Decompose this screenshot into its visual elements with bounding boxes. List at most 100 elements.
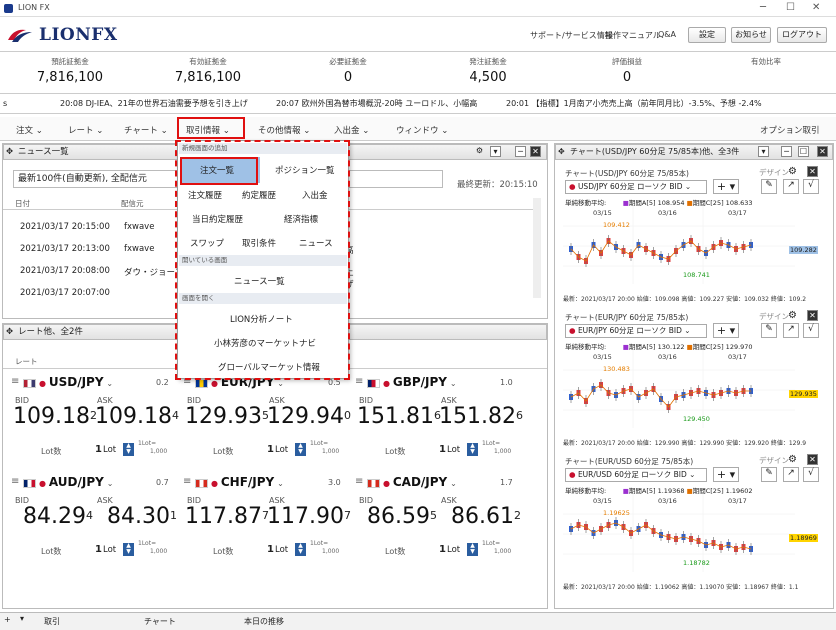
gear-icon[interactable]: ⚙ <box>474 146 485 157</box>
menu-chart[interactable]: チャート ⌄ <box>124 124 168 136</box>
rate-card[interactable]: ≡ ● CHF/JPY ⌄ 3.0 BID ASK 117.877 117.90… <box>183 474 351 570</box>
bid-price[interactable]: 109.182 <box>13 404 97 429</box>
menu-other-info[interactable]: その他情報 ⌄ <box>258 124 310 136</box>
minimize-button[interactable]: ─ <box>760 2 766 13</box>
pair-dropdown-icon[interactable]: ⌄ <box>450 479 457 488</box>
lot-input[interactable]: 1 <box>439 444 446 455</box>
window-menu-icon[interactable]: ▾ <box>758 146 769 157</box>
draw-tool-icon[interactable]: ✎ <box>761 323 777 338</box>
pair-name[interactable]: CHF/JPY <box>221 475 274 489</box>
menu-order[interactable]: 注文 ⌄ <box>16 124 43 136</box>
news-row[interactable]: 2021/03/17 20:08:00 ダウ・ジョーンズ 上げ <box>20 266 354 290</box>
chart-symbol-select[interactable]: ● USD/JPY 60分足 ローソク BID ⌄ <box>565 180 707 194</box>
ask-price[interactable]: 84.301 <box>95 504 177 529</box>
move-handle-icon[interactable]: ✥ <box>558 145 565 159</box>
bid-price[interactable]: 151.816 <box>357 404 441 429</box>
tab-menu-icon[interactable]: ▾ <box>20 614 24 623</box>
lot-input[interactable]: 1 <box>267 444 274 455</box>
bid-price[interactable]: 86.595 <box>357 504 437 529</box>
rate-card[interactable]: ≡ ● AUD/JPY ⌄ 0.7 BID ASK 84.294 84.301 … <box>11 474 179 570</box>
add-indicator-button[interactable]: + ▾ <box>713 179 739 194</box>
col-source[interactable]: 配信元 <box>121 198 144 209</box>
panel-maximize-icon[interactable]: ☐ <box>798 146 809 157</box>
footer-tab-today[interactable]: 本日の推移 <box>244 616 284 627</box>
zoom-in-icon[interactable]: ↗ <box>783 467 799 482</box>
pair-dropdown-icon[interactable]: ⌄ <box>450 379 457 388</box>
chart-close-icon[interactable]: ✕ <box>807 310 818 321</box>
rate-card[interactable]: ≡ ● GBP/JPY ⌄ 1.0 BID ASK 151.816 151.82… <box>355 374 523 470</box>
add-tab-icon[interactable]: + <box>4 615 11 624</box>
panel-close-icon[interactable]: ✕ <box>817 146 828 157</box>
footer-tab-chart[interactable]: チャート <box>144 616 176 627</box>
lot-input[interactable]: 1 <box>267 544 274 555</box>
pair-name[interactable]: USD/JPY <box>49 375 104 389</box>
lot-input[interactable]: 1 <box>95 544 102 555</box>
news-row[interactable]: 2021/03/17 20:15:00 fxwave <box>20 222 154 232</box>
manual-link[interactable]: 操作マニュアル <box>605 30 661 41</box>
notice-button[interactable]: お知らせ <box>731 27 771 43</box>
drag-icon[interactable]: ≡ <box>11 376 19 387</box>
pair-dropdown-icon[interactable]: ⌄ <box>277 379 284 388</box>
chart-panel-header[interactable]: ✥ チャート(USD/JPY 60分足 75/85本)他、全3件 ▾ ─ ☐ ✕ <box>555 144 833 160</box>
rate-card[interactable]: ≡ ● CAD/JPY ⌄ 1.7 BID ASK 86.595 86.612 … <box>355 474 523 570</box>
pair-name[interactable]: GBP/JPY <box>393 375 447 389</box>
col-date[interactable]: 日付 <box>15 198 30 209</box>
lot-input[interactable]: 1 <box>439 544 446 555</box>
draw-tool-icon[interactable]: ✎ <box>761 179 777 194</box>
support-link[interactable]: サポート/サービス情報 <box>530 30 613 41</box>
design-link[interactable]: デザイン <box>759 167 789 178</box>
pair-name[interactable]: CAD/JPY <box>393 475 447 489</box>
bid-price[interactable]: 117.877 <box>185 504 269 529</box>
settings-button[interactable]: 設定 <box>688 27 726 43</box>
bid-price[interactable]: 84.294 <box>13 504 93 529</box>
ask-price[interactable]: 129.940 <box>267 404 351 429</box>
pair-dropdown-icon[interactable]: ⌄ <box>107 479 114 488</box>
lot-stepper[interactable]: ▲ ▼ <box>467 543 478 556</box>
gear-icon[interactable]: ⚙ <box>788 166 797 177</box>
lot-stepper[interactable]: ▲ ▼ <box>123 543 134 556</box>
drag-icon[interactable]: ≡ <box>183 476 191 487</box>
news-row[interactable]: 2021/03/17 20:13:00 fxwave 高 <box>20 244 354 256</box>
move-handle-icon[interactable]: ✥ <box>6 145 13 159</box>
news-ticker[interactable]: s 20:08 DJ-IEA、21年の世界石油需要予想を引き上げ 20:07 欧… <box>0 93 836 114</box>
chart-widget[interactable]: チャート(USD/JPY 60分足 75/85本) デザイン ⚙ ✕ ● USD… <box>563 166 826 306</box>
chart-widget[interactable]: チャート(EUR/JPY 60分足 75/85本) デザイン ⚙ ✕ ● EUR… <box>563 310 826 450</box>
lot-input[interactable]: 1 <box>95 444 102 455</box>
ticker-item[interactable]: 20:08 DJ-IEA、21年の世界石油需要予想を引き上げ <box>60 94 248 113</box>
design-link[interactable]: デザイン <box>759 311 789 322</box>
rate-card[interactable]: ≡ ● USD/JPY ⌄ 0.2 BID ASK 109.182 109.18… <box>11 374 179 470</box>
lot-stepper[interactable]: ▲ ▼ <box>123 443 134 456</box>
menu-option-trade[interactable]: オプション取引 <box>760 124 820 136</box>
gear-icon[interactable]: ⚙ <box>788 454 797 465</box>
move-handle-icon[interactable]: ✥ <box>6 325 13 339</box>
ask-price[interactable]: 86.612 <box>439 504 521 529</box>
ticker-item[interactable]: 20:01 【指標】1月南ア小売売上高（前年同月比）-3.5%、予想 -2.4% <box>506 94 762 113</box>
drag-icon[interactable]: ≡ <box>355 376 363 387</box>
chart-close-icon[interactable]: ✕ <box>807 454 818 465</box>
zoom-in-icon[interactable]: ↗ <box>783 323 799 338</box>
draw-tool-icon[interactable]: ✎ <box>761 467 777 482</box>
lot-stepper[interactable]: ▲ ▼ <box>295 443 306 456</box>
window-menu-icon[interactable]: ▾ <box>490 146 501 157</box>
chart-symbol-select[interactable]: ● EUR/JPY 60分足 ローソク BID ⌄ <box>565 324 707 338</box>
menu-window[interactable]: ウィンドウ ⌄ <box>396 124 448 136</box>
indicator-icon[interactable]: √ <box>803 179 819 194</box>
chart-close-icon[interactable]: ✕ <box>807 166 818 177</box>
design-link[interactable]: デザイン <box>759 455 789 466</box>
rate-card[interactable]: ≡ ● EUR/JPY ⌄ 0.5 BID ASK 129.935 129.94… <box>183 374 351 470</box>
menu-deposit[interactable]: 入出金 ⌄ <box>334 124 369 136</box>
ticker-item[interactable]: 20:07 欧州外国為替市場概況-20時 ユーロドル、小幅高 <box>276 94 477 113</box>
panel-minimize-icon[interactable]: ─ <box>781 146 792 157</box>
zoom-in-icon[interactable]: ↗ <box>783 179 799 194</box>
add-indicator-button[interactable]: + ▾ <box>713 467 739 482</box>
menu-rate[interactable]: レート ⌄ <box>68 124 103 136</box>
lot-stepper[interactable]: ▲ ▼ <box>467 443 478 456</box>
add-indicator-button[interactable]: + ▾ <box>713 323 739 338</box>
ask-price[interactable]: 109.184 <box>95 404 179 429</box>
drag-icon[interactable]: ≡ <box>11 476 19 487</box>
pair-dropdown-icon[interactable]: ⌄ <box>106 379 113 388</box>
panel-close-icon[interactable]: ✕ <box>530 146 541 157</box>
indicator-icon[interactable]: √ <box>803 323 819 338</box>
indicator-icon[interactable]: √ <box>803 467 819 482</box>
footer-tab-trade[interactable]: 取引 <box>44 616 60 627</box>
